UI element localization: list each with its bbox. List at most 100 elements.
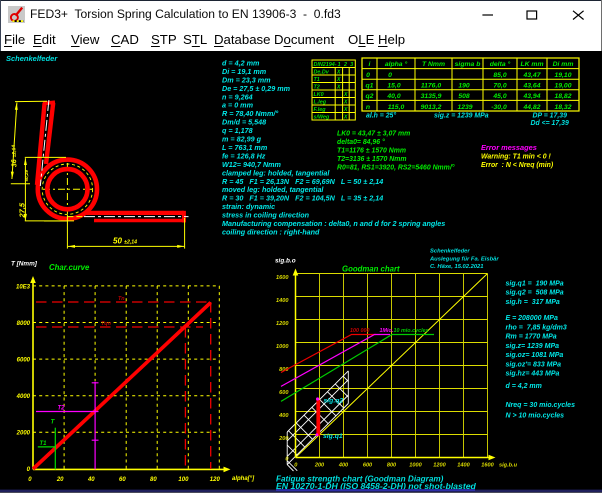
svg-text:sig.z= 1239 MPa: sig.z= 1239 MPa xyxy=(506,343,560,350)
svg-text:d = 4,2 mm: d = 4,2 mm xyxy=(506,383,542,390)
svg-text:X: X xyxy=(343,115,348,121)
svg-text:800: 800 xyxy=(279,367,289,373)
svg-text:X: X xyxy=(336,77,341,83)
svg-text:DP = 17,39: DP = 17,39 xyxy=(533,113,568,120)
svg-text:Error : N < Nreq (min): Error : N < Nreq (min) xyxy=(481,162,554,169)
svg-text:1400: 1400 xyxy=(457,463,470,469)
svg-text:±0,29: ±0,29 xyxy=(24,170,29,182)
svg-text:E = 208000 MPa: E = 208000 MPa xyxy=(506,315,558,322)
svg-text:Rm = 1770 MPa: Rm = 1770 MPa xyxy=(506,334,557,341)
svg-text:600: 600 xyxy=(279,390,289,396)
svg-text:200: 200 xyxy=(314,463,325,469)
svg-text:18,82: 18,82 xyxy=(554,93,571,100)
svg-text:1Mio.: 1Mio. xyxy=(380,328,394,334)
svg-text:-30,0: -30,0 xyxy=(491,104,507,111)
svg-text:sig.b.u: sig.b.u xyxy=(499,463,518,469)
svg-text:L.leg: L.leg xyxy=(314,100,327,106)
svg-text:T2: T2 xyxy=(314,85,320,91)
svg-text:s/Weg: s/Weg xyxy=(314,115,330,121)
svg-text:1200: 1200 xyxy=(433,463,446,469)
svg-text:Auslegung für Fa. Eisbär: Auslegung für Fa. Eisbär xyxy=(429,257,499,263)
svg-text:Error messages: Error messages xyxy=(481,143,537,152)
svg-text:100: 100 xyxy=(178,477,189,483)
svg-text:X: X xyxy=(343,107,348,113)
svg-text:0: 0 xyxy=(366,72,370,79)
svg-text:1176,0: 1176,0 xyxy=(421,83,442,90)
svg-text:60: 60 xyxy=(119,477,126,483)
svg-text:0: 0 xyxy=(285,457,289,463)
svg-text:De,Dv: De,Dv xyxy=(314,70,330,76)
svg-text:800: 800 xyxy=(387,463,397,469)
svg-text:3135,9: 3135,9 xyxy=(421,93,442,100)
svg-text:sig.z = 1239 MPa: sig.z = 1239 MPa xyxy=(434,113,489,120)
svg-text:8000: 8000 xyxy=(17,321,31,327)
svg-text:sig.q2: sig.q2 xyxy=(324,398,344,405)
svg-text:alpha °: alpha ° xyxy=(385,60,408,68)
svg-text:F.leg: F.leg xyxy=(314,107,327,113)
svg-text:sig.b.o: sig.b.o xyxy=(275,258,296,265)
svg-text:70,0: 70,0 xyxy=(493,83,506,90)
svg-text:sig.q2 = 508 MPa: sig.q2 = 508 MPa xyxy=(506,290,564,297)
svg-text:15,0: 15,0 xyxy=(387,83,400,90)
svg-text:36 ±2,14: 36 ±2,14 xyxy=(10,144,19,167)
svg-text:T1: T1 xyxy=(40,441,48,447)
svg-text:coiling direction : right-hand: coiling direction : right-hand xyxy=(222,228,320,237)
svg-text:80: 80 xyxy=(150,477,157,483)
svg-text:Tn: Tn xyxy=(118,296,125,302)
svg-text:Di mm: Di mm xyxy=(553,61,574,68)
svg-text:18,32: 18,32 xyxy=(554,104,571,111)
svg-text:600: 600 xyxy=(363,463,373,469)
svg-text:4000: 4000 xyxy=(16,394,31,400)
svg-text:sig.h = 317 MPa: sig.h = 317 MPa xyxy=(506,299,560,306)
svg-text:Nreq = 30 mio.cycles: Nreq = 30 mio.cycles xyxy=(506,402,576,409)
svg-text:100 000: 100 000 xyxy=(350,328,370,334)
svg-text:0: 0 xyxy=(388,72,392,79)
svg-text:Dd <= 17,39: Dd <= 17,39 xyxy=(531,120,569,127)
svg-text:i: i xyxy=(369,61,371,68)
svg-text:T [Nmm]: T [Nmm] xyxy=(11,261,38,268)
svg-text:T2=3136 ± 1570 Nmm: T2=3136 ± 1570 Nmm xyxy=(337,156,406,163)
svg-text:1239: 1239 xyxy=(457,104,472,111)
svg-text:sig.hz= 443 MPa: sig.hz= 443 MPa xyxy=(506,371,560,378)
svg-text:10E3: 10E3 xyxy=(16,284,31,290)
svg-text:43,47: 43,47 xyxy=(522,72,541,79)
svg-text:1000: 1000 xyxy=(276,344,289,350)
svg-text:44,82: 44,82 xyxy=(522,104,540,111)
svg-text:al.h = 25°: al.h = 25° xyxy=(366,112,396,120)
svg-text:X: X xyxy=(336,85,341,91)
svg-text:20: 20 xyxy=(56,477,64,483)
svg-text:rho = 7,85 kg/dm3: rho = 7,85 kg/dm3 xyxy=(506,324,567,331)
svg-text:19,00: 19,00 xyxy=(554,83,571,90)
svg-text:19,10: 19,10 xyxy=(554,72,571,79)
svg-text:sig.oz'= 833 MPa: sig.oz'= 833 MPa xyxy=(506,361,562,368)
svg-text:120: 120 xyxy=(210,477,221,483)
svg-text:Schenkelfeder: Schenkelfeder xyxy=(430,249,470,255)
svg-text:Tqn: Tqn xyxy=(101,321,112,327)
svg-text:R0=81, RS1=3920, RS2=5460 Nmm/: R0=81, RS1=3920, RS2=5460 Nmm/° xyxy=(337,164,455,172)
svg-text:Schenkelfeder: Schenkelfeder xyxy=(6,54,58,63)
svg-text:T2: T2 xyxy=(58,406,66,412)
svg-text:Warning: T1 min < 0 !: Warning: T1 min < 0 ! xyxy=(481,154,551,161)
svg-text:T: T xyxy=(51,419,56,426)
svg-text:50 ±2,14: 50 ±2,14 xyxy=(113,237,137,246)
svg-text:sig.oz= 1081 MPa: sig.oz= 1081 MPa xyxy=(506,352,564,359)
svg-text:X: X xyxy=(343,92,348,98)
svg-text:N > 10 mio.cycles: N > 10 mio.cycles xyxy=(506,413,565,420)
svg-text:T1: T1 xyxy=(314,77,320,83)
svg-text:n: n xyxy=(366,104,370,111)
svg-text:1600: 1600 xyxy=(276,275,289,281)
svg-text:6000: 6000 xyxy=(17,358,31,364)
svg-text:0: 0 xyxy=(27,467,31,473)
svg-text:Char.curve: Char.curve xyxy=(49,263,90,272)
svg-text:delta0= 84,96 °: delta0= 84,96 ° xyxy=(337,138,385,146)
svg-text:10 mio.cycles: 10 mio.cycles xyxy=(394,328,429,334)
svg-text:115,0: 115,0 xyxy=(388,104,405,111)
svg-text:delta °: delta ° xyxy=(490,60,511,68)
svg-text:T Nmm: T Nmm xyxy=(422,61,445,68)
svg-text:0: 0 xyxy=(294,463,298,469)
svg-text:40: 40 xyxy=(87,477,95,483)
svg-text:q2: q2 xyxy=(366,93,374,100)
svg-text:43,64: 43,64 xyxy=(522,83,540,90)
svg-text:200: 200 xyxy=(278,436,289,442)
svg-text:T1=1176 ± 1570 Nmm: T1=1176 ± 1570 Nmm xyxy=(337,148,406,155)
